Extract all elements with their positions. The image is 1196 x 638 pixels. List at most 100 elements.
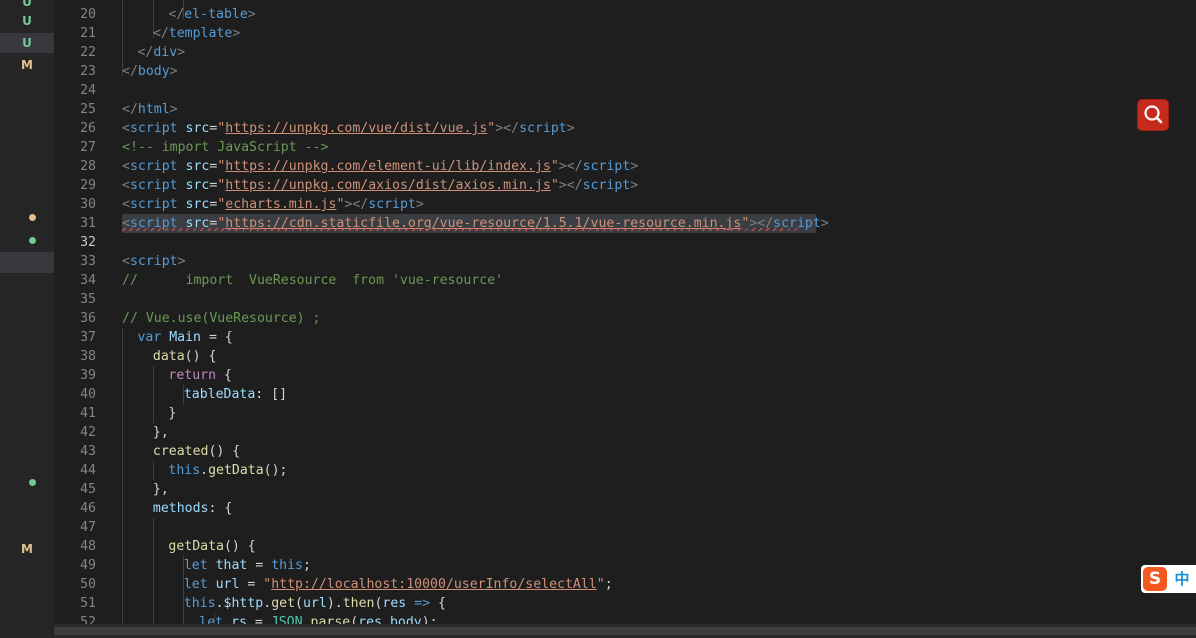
- ime-indicator[interactable]: S 中: [1141, 565, 1196, 593]
- code-line[interactable]: 44 this.getData();: [54, 461, 1196, 480]
- code-line[interactable]: 38 data() {: [54, 347, 1196, 366]
- code-line[interactable]: 29 <script src="https://unpkg.com/axios/d…: [54, 176, 1196, 195]
- git-status-modified[interactable]: M: [0, 540, 54, 559]
- code-token: <: [122, 254, 130, 269]
- code-line[interactable]: 32: [54, 233, 1196, 252]
- line-number: 46: [80, 501, 96, 516]
- code-token: getData: [208, 463, 264, 478]
- line-code: let that = this;: [184, 556, 311, 575]
- line-code: this.$http.get(url).then(res => {: [184, 594, 446, 613]
- code-token: () {: [184, 349, 217, 364]
- ime-mode-label[interactable]: 中: [1171, 568, 1193, 590]
- code-token: let: [183, 577, 208, 592]
- code-line[interactable]: 20 </el-table>: [54, 5, 1196, 24]
- code-token: ": [550, 159, 559, 174]
- code-line[interactable]: 36 // Vue.use(VueResource) ;: [54, 309, 1196, 328]
- code-token: =: [247, 558, 272, 573]
- code-token: body: [137, 64, 170, 79]
- code-line[interactable]: 22 </div>: [54, 43, 1196, 62]
- line-code: </div>: [137, 43, 185, 62]
- code-token: script: [129, 254, 178, 269]
- code-line[interactable]: 46 methods: {: [54, 499, 1196, 518]
- code-line[interactable]: 42},: [54, 423, 1196, 442]
- code-token: res: [358, 615, 382, 624]
- line-code: }: [168, 404, 176, 423]
- code-line[interactable]: 47: [54, 518, 1196, 537]
- code-line[interactable]: 24: [54, 81, 1196, 100]
- scrollbar-thumb[interactable]: [54, 627, 1196, 635]
- code-token: src: [185, 178, 210, 193]
- code-line[interactable]: 33 <script>: [54, 252, 1196, 271]
- code-token: },: [152, 482, 169, 497]
- code-token: html: [137, 102, 170, 117]
- code-token: this: [183, 596, 216, 611]
- line-number: 44: [80, 463, 96, 478]
- code-line[interactable]: 23 </body>: [54, 62, 1196, 81]
- git-status-untracked[interactable]: U: [0, 34, 54, 53]
- code-token: .: [263, 596, 272, 611]
- line-number: 28: [80, 159, 96, 174]
- code-token: ></: [558, 178, 583, 193]
- code-token: : {: [208, 501, 233, 516]
- line-number: 31: [80, 216, 96, 231]
- line-number: 40: [80, 387, 96, 402]
- code-line[interactable]: 48 getData() {: [54, 537, 1196, 556]
- git-status-modified[interactable]: M: [0, 56, 54, 75]
- horizontal-scrollbar[interactable]: [54, 624, 1196, 638]
- line-code: <script src="https://unpkg.com/vue/dist/…: [122, 119, 575, 138]
- code-token: res: [382, 596, 407, 611]
- code-line[interactable]: 34 // import VueResource from 'vue-resour…: [54, 271, 1196, 290]
- line-code: <script src="https://unpkg.com/element-u…: [122, 157, 638, 176]
- code-line[interactable]: 41}: [54, 404, 1196, 423]
- line-number: 37: [80, 330, 96, 345]
- code-line[interactable]: 21 </template>: [54, 24, 1196, 43]
- line-number: 51: [80, 596, 96, 611]
- code-token: .: [200, 463, 209, 478]
- code-token: </: [137, 45, 154, 60]
- line-code: },: [153, 480, 169, 499]
- line-code: </template>: [153, 24, 240, 43]
- code-line[interactable]: 43 created() {: [54, 442, 1196, 461]
- code-token: let: [183, 558, 208, 573]
- code-line[interactable]: 52 let rs = JSON.parse(res.body);: [54, 613, 1196, 624]
- code-token: =>: [414, 596, 431, 611]
- code-line[interactable]: 25 </html>: [54, 100, 1196, 119]
- code-line[interactable]: 45},: [54, 480, 1196, 499]
- code-token: this: [271, 558, 303, 573]
- code-line[interactable]: 35: [54, 290, 1196, 309]
- code-token: el-table: [184, 7, 248, 22]
- git-status-untracked[interactable]: U: [0, 0, 54, 12]
- code-token: .: [302, 615, 311, 624]
- search-button[interactable]: [1137, 99, 1169, 131]
- code-line[interactable]: 50 let url = "http://localhost:10000/user…: [54, 575, 1196, 594]
- line-number: 35: [80, 292, 96, 307]
- line-code: // Vue.use(VueResource) ;: [122, 309, 321, 328]
- code-line[interactable]: 28 <script src="https://unpkg.com/element…: [54, 157, 1196, 176]
- code-token: https://unpkg.com/element-ui/lib/index.j…: [225, 159, 551, 174]
- line-number: 25: [80, 102, 96, 117]
- code-line[interactable]: 27 <!-- import JavaScript -->: [54, 138, 1196, 157]
- code-line[interactable]: 51 this.$http.get(url).then(res => {: [54, 594, 1196, 613]
- code-line[interactable]: 39 return {: [54, 366, 1196, 385]
- code-token: https://unpkg.com/vue/dist/vue.js: [225, 121, 488, 136]
- code-line[interactable]: 26 <script src="https://unpkg.com/vue/dis…: [54, 119, 1196, 138]
- code-line[interactable]: 30 <script src="echarts.min.js"></script>: [54, 195, 1196, 214]
- line-number: 21: [80, 26, 96, 41]
- git-status-untracked[interactable]: U: [0, 12, 54, 31]
- code-token: script: [129, 121, 178, 136]
- code-token: ": [596, 577, 605, 592]
- code-line[interactable]: 40 tableData: []: [54, 385, 1196, 404]
- line-number: 41: [80, 406, 96, 421]
- git-untracked-dot-icon: [29, 237, 36, 244]
- code-token: >: [820, 216, 829, 231]
- code-token: >: [177, 45, 186, 60]
- code-editor[interactable]: 20 </el-table> 21 </template> 22 </div> 23 </bo…: [54, 0, 1196, 624]
- code-line[interactable]: 49 let that = this;: [54, 556, 1196, 575]
- line-code: let rs = JSON.parse(res.body);: [199, 613, 437, 624]
- code-line[interactable]: 37 var Main = {: [54, 328, 1196, 347]
- code-token: ;: [604, 577, 613, 592]
- code-token: },: [152, 425, 169, 440]
